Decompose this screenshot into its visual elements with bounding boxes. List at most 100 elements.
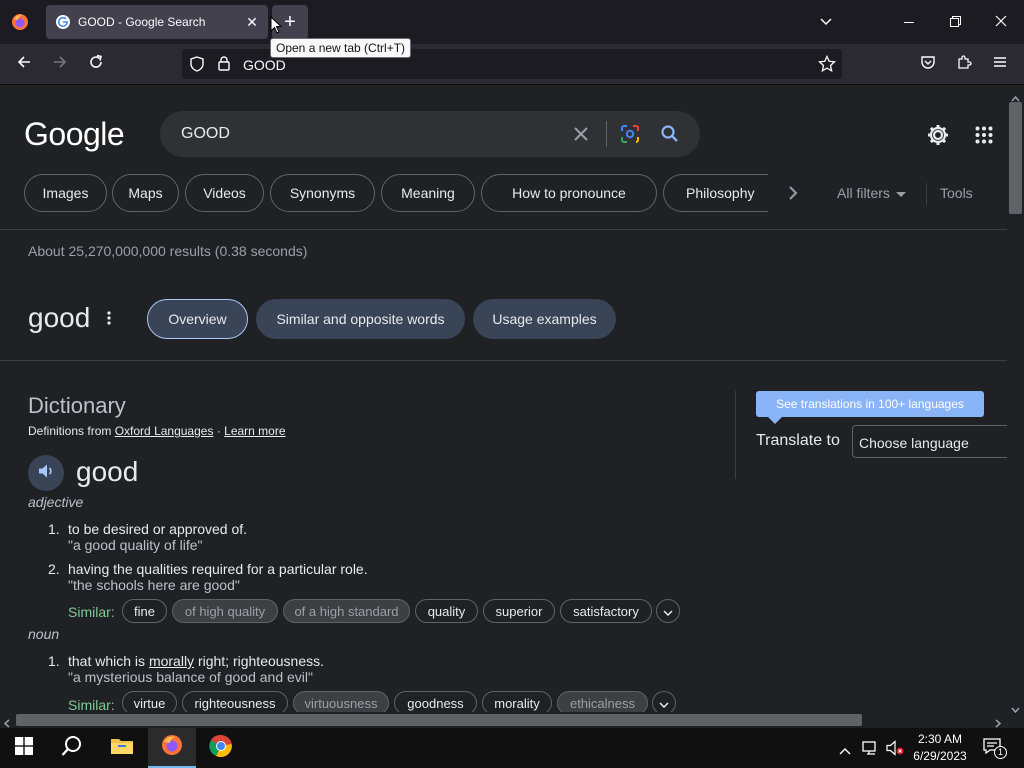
search-box[interactable]: GOOD xyxy=(160,111,700,157)
tab-usage-examples[interactable]: Usage examples xyxy=(473,299,616,339)
shield-icon[interactable] xyxy=(189,56,205,77)
chevron-down-icon xyxy=(663,604,673,619)
show-hidden-icons-button[interactable] xyxy=(839,742,851,760)
chip-images[interactable]: Images xyxy=(24,174,107,212)
plus-icon: + xyxy=(284,10,296,33)
tab-similar-and-opposite-words[interactable]: Similar and opposite words xyxy=(256,299,465,339)
arrow-left-icon xyxy=(16,54,32,75)
bookmark-star-icon[interactable] xyxy=(817,54,837,78)
horizontal-scroll-thumb[interactable] xyxy=(16,714,862,726)
word-header-divider xyxy=(0,360,1007,361)
chip-videos[interactable]: Videos xyxy=(185,174,264,212)
adj-similar-expand-button[interactable] xyxy=(656,599,680,623)
morally-link[interactable]: morally xyxy=(149,653,194,669)
horizontal-scrollbar[interactable] xyxy=(0,712,1007,728)
url-text[interactable]: GOOD xyxy=(243,57,286,73)
google-logo[interactable]: Google xyxy=(24,116,125,153)
pocket-button[interactable] xyxy=(912,48,944,80)
word-title: good xyxy=(28,302,91,333)
taskbar-chrome[interactable] xyxy=(197,728,245,768)
search-icon[interactable] xyxy=(660,124,680,149)
source-prefix: Definitions from xyxy=(28,424,112,438)
google-lens-icon[interactable] xyxy=(620,124,640,149)
lock-icon[interactable] xyxy=(217,55,231,76)
taskbar-search-button[interactable] xyxy=(48,728,96,768)
search-input[interactable]: GOOD xyxy=(181,125,230,143)
taskbar-file-explorer[interactable] xyxy=(98,728,146,768)
firefox-logo-icon[interactable] xyxy=(10,12,30,32)
similar-chip-fine[interactable]: fine xyxy=(122,599,167,623)
chevron-down-icon xyxy=(659,696,669,711)
google-apps-icon[interactable] xyxy=(975,126,993,149)
similar-chip-ethicalness[interactable]: ethicalness xyxy=(557,691,648,712)
oxford-languages-link[interactable]: Oxford Languages xyxy=(115,424,214,438)
similar-chip-superior[interactable]: superior xyxy=(483,599,555,623)
speaker-icon xyxy=(36,461,56,486)
similar-chip-quality[interactable]: quality xyxy=(415,599,478,623)
more-options-icon[interactable] xyxy=(106,310,112,331)
taskbar-firefox[interactable] xyxy=(148,728,196,768)
similar-chip-morality[interactable]: morality xyxy=(482,691,552,712)
chips-scroll-right-icon[interactable] xyxy=(786,185,800,206)
forward-button[interactable] xyxy=(44,48,76,80)
choose-language-select[interactable]: Choose language xyxy=(852,425,1007,458)
noun-def-1-text-before: that which is xyxy=(68,653,149,669)
start-button[interactable] xyxy=(0,728,48,768)
reload-button[interactable] xyxy=(80,48,112,80)
adj-def-2-number: 2. xyxy=(48,561,60,577)
similar-chip-virtuousness[interactable]: virtuousness xyxy=(293,691,389,712)
similar-chip-virtue[interactable]: virtue xyxy=(122,691,177,712)
chip-maps[interactable]: Maps xyxy=(112,174,179,212)
similar-chip-of-high-quality[interactable]: of high quality xyxy=(172,599,278,623)
close-window-button[interactable] xyxy=(978,0,1024,44)
back-button[interactable] xyxy=(8,48,40,80)
list-all-tabs-button[interactable] xyxy=(803,0,849,44)
google-favicon-icon xyxy=(55,14,71,30)
vertical-scrollbar[interactable] xyxy=(1007,86,1024,714)
noun-similar-expand-button[interactable] xyxy=(652,691,676,712)
browser-toolbar: GOOD xyxy=(0,44,1024,85)
similar-chip-goodness[interactable]: goodness xyxy=(394,691,477,712)
arrow-right-icon xyxy=(52,54,68,75)
banner-pointer xyxy=(768,417,782,424)
vertical-scroll-thumb[interactable] xyxy=(1009,102,1022,214)
restore-button[interactable] xyxy=(932,0,978,44)
similar-chip-righteousness[interactable]: righteousness xyxy=(182,691,288,712)
tools-button[interactable]: Tools xyxy=(940,185,973,201)
minimize-button[interactable] xyxy=(886,0,932,44)
learn-more-link[interactable]: Learn more xyxy=(224,424,285,438)
mouse-cursor-icon xyxy=(270,15,283,34)
close-tab-icon[interactable]: ✕ xyxy=(244,14,260,30)
tab-google-search[interactable]: GOOD - Google Search ✕ xyxy=(46,5,268,39)
similar-chip-satisfactory[interactable]: satisfactory xyxy=(560,599,652,623)
chevron-down-icon xyxy=(819,14,833,31)
clock[interactable]: 2:30 AM 6/29/2023 xyxy=(908,731,972,765)
adj-def-2-text: having the qualities required for a part… xyxy=(68,561,368,577)
windows-taskbar: 2:30 AM 6/29/2023 1 xyxy=(0,728,1024,768)
volume-muted-icon[interactable] xyxy=(886,740,904,761)
scroll-down-icon[interactable] xyxy=(1011,700,1020,718)
tab-overview[interactable]: Overview xyxy=(147,299,248,339)
pronounce-button[interactable] xyxy=(28,455,64,491)
notification-center-button[interactable]: 1 xyxy=(980,736,1008,760)
chip-meaning[interactable]: Meaning xyxy=(381,174,475,212)
adj-def-2-example: "the schools here are good" xyxy=(68,577,240,593)
adj-def-1-number: 1. xyxy=(48,521,60,537)
chip-philosophy[interactable]: Philosophy xyxy=(663,174,768,212)
reload-icon xyxy=(88,54,104,75)
extensions-button[interactable] xyxy=(948,48,980,80)
tab-title: GOOD - Google Search xyxy=(78,15,206,29)
network-icon[interactable] xyxy=(862,740,880,761)
clear-search-icon[interactable] xyxy=(572,125,590,148)
chip-how-to-pronounce[interactable]: How to pronounce xyxy=(481,174,657,212)
all-filters-button[interactable]: All filters xyxy=(837,185,906,201)
similar-chip-of-a-high-standard[interactable]: of a high standard xyxy=(283,599,410,623)
settings-gear-icon[interactable] xyxy=(926,123,950,152)
clock-time: 2:30 AM xyxy=(917,732,963,746)
caret-down-icon xyxy=(895,185,906,201)
chip-synonyms[interactable]: Synonyms xyxy=(270,174,375,212)
google-results-page: Google GOOD Images Maps Videos Synonyms … xyxy=(0,86,1007,712)
app-menu-button[interactable] xyxy=(984,48,1016,80)
browser-titlebar: GOOD - Google Search ✕ + xyxy=(0,0,1024,44)
translations-banner[interactable]: See translations in 100+ languages xyxy=(756,391,984,417)
